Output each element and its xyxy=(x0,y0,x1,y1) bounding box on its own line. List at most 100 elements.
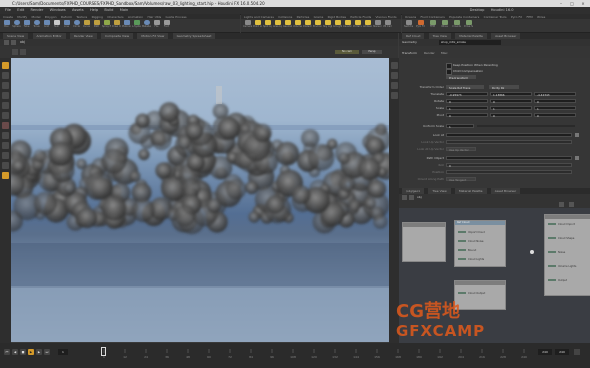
snap-tool-icon[interactable] xyxy=(2,142,9,149)
network-forward-icon[interactable] xyxy=(409,195,414,200)
transform-order-menu[interactable]: Scale Rot Trans xyxy=(446,85,484,90)
camera-menu[interactable]: No cam xyxy=(335,50,359,54)
timeline-ruler[interactable]: 1 12 24 36 48 60 72 84 96 108 120 132 144 156 168 180 19… xyxy=(100,347,530,359)
network-node[interactable]: Bound xyxy=(458,249,476,252)
network-node[interactable]: Cloud Import xyxy=(548,223,575,226)
shelf-tool-ambient-light[interactable]: Ambient Light xyxy=(363,20,372,30)
select-tool-icon[interactable] xyxy=(2,62,9,69)
shelf-tool-tube[interactable]: Tube xyxy=(22,20,31,30)
network-node[interactable]: Cloud Lights xyxy=(458,258,484,261)
forward-arrow-icon[interactable] xyxy=(11,40,16,45)
network-back-icon[interactable] xyxy=(402,195,407,200)
close-button[interactable]: × xyxy=(579,1,587,6)
shelf-tool-wires[interactable]: Wires xyxy=(440,20,449,30)
tab-transform[interactable]: Transform xyxy=(402,51,417,55)
network-grid-icon[interactable] xyxy=(559,202,564,207)
rotate-y-field[interactable]: 0 xyxy=(490,99,532,104)
shelf-tool-sphere[interactable]: Sphere xyxy=(12,20,21,30)
shelf-tab[interactable]: Container Tools xyxy=(484,15,507,20)
shelf-tool-curve[interactable]: Curve xyxy=(82,20,91,30)
render-region-icon[interactable] xyxy=(2,152,9,159)
tab-render[interactable]: Render xyxy=(424,51,435,55)
pose-tool-icon[interactable] xyxy=(2,112,9,119)
move-tool-icon[interactable] xyxy=(2,72,9,79)
step-forward-icon[interactable]: ▶ xyxy=(36,349,42,355)
shelf-tool-torus[interactable]: Torus xyxy=(32,20,41,30)
end-frame-field[interactable]: 240 xyxy=(538,349,552,355)
scene-viewport[interactable] xyxy=(11,58,389,342)
menu-help[interactable]: Help xyxy=(90,7,98,14)
light-tool-icon[interactable] xyxy=(2,162,9,169)
pre-transform-menu[interactable]: Pre-transform xyxy=(446,75,476,80)
shelf-tool-stereo-camera[interactable]: Stereo Camera xyxy=(373,20,382,30)
menu-main[interactable]: Main xyxy=(120,7,129,14)
network-node[interactable]: Noise xyxy=(548,251,565,254)
shelf-tool-pyro[interactable]: Pyro FX xyxy=(416,20,425,30)
shelf-tool-switcher[interactable]: Switcher xyxy=(404,20,413,30)
translate-x-field[interactable]: -0.95973 xyxy=(446,92,488,97)
shelf-tool-spot-light[interactable]: Spot Light xyxy=(263,20,272,30)
network-node[interactable]: Cloud Noise xyxy=(458,240,483,243)
rotate-z-field[interactable]: 0 xyxy=(534,99,576,104)
tab-misc[interactable]: Misc xyxy=(441,51,448,55)
scale-x-field[interactable]: 1 xyxy=(446,106,488,111)
highlight-tool-icon[interactable] xyxy=(2,172,9,179)
shelf-tool-vr-camera[interactable]: VR Camera xyxy=(383,20,392,30)
shelf-tool-area-light[interactable]: Area Light xyxy=(273,20,282,30)
menu-windows[interactable]: Windows xyxy=(50,7,66,14)
shelf-tool-lsystem[interactable]: L-System xyxy=(132,20,141,30)
shelf-tool-circle[interactable]: Circle xyxy=(72,20,81,30)
pivot-z-field[interactable]: 0 xyxy=(534,113,576,118)
scale-z-field[interactable]: 1 xyxy=(534,106,576,111)
menu-assets[interactable]: Assets xyxy=(72,7,84,14)
network-node[interactable]: Cloud Shape xyxy=(548,237,574,240)
shelf-tool-sky-light[interactable]: Sky Light xyxy=(323,20,332,30)
rotate-tool-icon[interactable] xyxy=(2,82,9,89)
rotate-order-menu[interactable]: Rx Ry Rz xyxy=(489,85,519,90)
shelf-tool-null[interactable]: Null xyxy=(52,20,61,30)
network-node[interactable]: Import Cloud xyxy=(458,231,485,234)
timeline-playhead[interactable] xyxy=(101,347,106,356)
shelf-tool-box[interactable]: Box xyxy=(2,20,11,30)
uniform-scale-field[interactable]: 1 xyxy=(446,124,474,129)
translate-y-field[interactable]: 1.13866 xyxy=(490,92,532,97)
menu-render[interactable]: Render xyxy=(31,7,44,14)
key-icon[interactable] xyxy=(574,349,580,355)
view-tool-icon[interactable] xyxy=(2,132,9,139)
ghost-icon[interactable] xyxy=(391,92,398,99)
shelf-tab[interactable]: Pyro FX xyxy=(511,15,522,20)
menu-edit[interactable]: Edit xyxy=(17,7,24,14)
shelf-tool-portal-light[interactable]: Portal Light xyxy=(353,20,362,30)
shelf-tool-crowds[interactable]: Crowds xyxy=(452,20,461,30)
display-options-icon[interactable] xyxy=(391,62,398,69)
shelf-tool-path[interactable]: Path xyxy=(92,20,101,30)
shelf-tool-grid[interactable]: Grid xyxy=(42,20,51,30)
network-box-cloud[interactable]: Cloud Import Cloud Shape Noise Volume Li… xyxy=(544,214,590,296)
shelf-tool-fem[interactable]: FEM xyxy=(428,20,437,30)
scale-y-field[interactable]: 1 xyxy=(490,106,532,111)
shelf-tool-distant-light[interactable]: Distant Light xyxy=(303,20,312,30)
shelf-tool-environment-light[interactable]: Environment Light xyxy=(313,20,322,30)
network-box-output[interactable]: Cloud Output xyxy=(454,280,506,310)
network-dot[interactable] xyxy=(530,250,534,254)
shelf-tab[interactable]: FEM xyxy=(527,15,533,20)
shelf-tool-metaball[interactable]: Metaball xyxy=(142,20,151,30)
look-up-vector-field[interactable] xyxy=(446,140,572,144)
menu-build[interactable]: Build xyxy=(104,7,113,14)
network-box[interactable] xyxy=(402,222,446,262)
minimize-button[interactable]: – xyxy=(557,1,565,6)
object-mode-icon[interactable] xyxy=(20,49,26,55)
shelf-tool-gi-light[interactable]: GI Light xyxy=(333,20,342,30)
scale-tool-icon[interactable] xyxy=(2,92,9,99)
shelf-tool-camera[interactable]: Camera xyxy=(243,20,252,30)
current-frame-field[interactable]: 1 xyxy=(58,349,68,355)
shelf-tool-draw-curve[interactable]: Draw Curve xyxy=(112,20,121,30)
back-arrow-icon[interactable] xyxy=(4,40,9,45)
position-field[interactable] xyxy=(446,170,572,174)
paint-tool-icon[interactable] xyxy=(2,122,9,129)
shelf-tool-font[interactable]: Font xyxy=(162,20,171,30)
light-gizmo-icon[interactable] xyxy=(216,86,222,104)
pivot-y-field[interactable]: 0 xyxy=(490,113,532,118)
path-chooser-icon[interactable] xyxy=(575,156,579,160)
node-name-field[interactable]: shop_mtlx_smoke xyxy=(439,40,501,45)
